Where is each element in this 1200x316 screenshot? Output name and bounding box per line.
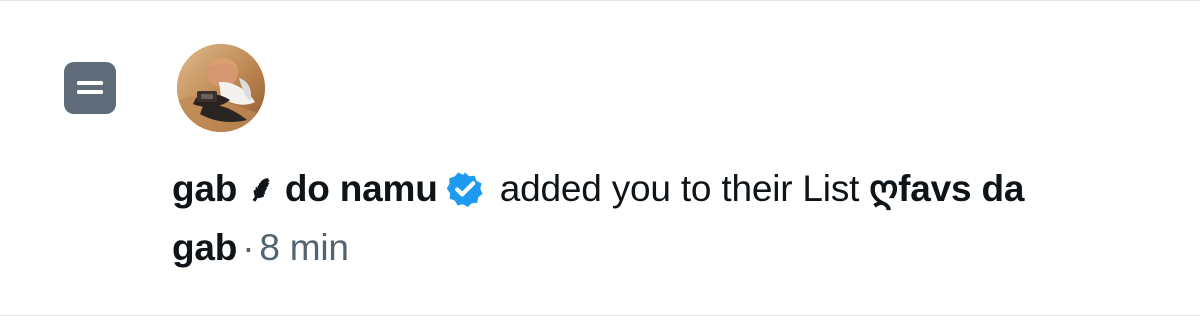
notification-message: gab ⸙ do namu added you to their List ღf…	[172, 159, 1142, 277]
separator-dot: ·	[242, 227, 255, 268]
notification-action-text: added you to their List	[489, 168, 870, 209]
user-avatar[interactable]	[177, 44, 265, 132]
list-icon	[64, 62, 116, 114]
verified-badge-icon	[446, 170, 484, 208]
actor-name[interactable]: gab ⸙ do namu	[172, 168, 438, 209]
list-added-notification[interactable]: gab ⸙ do namu added you to their List ღf…	[0, 0, 1200, 316]
notification-time: 8 min	[259, 227, 349, 268]
